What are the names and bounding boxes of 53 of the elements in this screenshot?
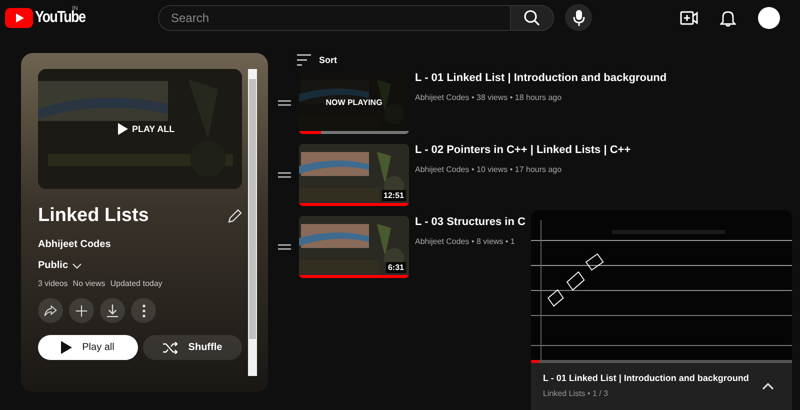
video-meta: Abhijeet Codes • 10 views • 17 hours ago [415,165,563,174]
play-icon [61,341,72,354]
edit-icon[interactable] [228,209,242,223]
expand-icon[interactable] [762,382,774,390]
more-button[interactable] [131,298,156,323]
create-video-icon[interactable] [680,10,698,24]
video-meta: Abhijeet Codes • 8 views • 1 [415,237,516,246]
sort-icon [296,54,312,66]
playlist-title: Linked Lists [38,205,149,227]
share-icon [44,304,57,318]
play-all-overlay[interactable]: PLAY ALL [118,123,175,135]
scrollbar[interactable] [248,69,257,376]
youtube-logo-icon[interactable] [5,8,33,28]
duration-badge: 12:51 [382,190,406,201]
playlist-position: Linked Lists • 1 / 3 [543,389,610,398]
share-button[interactable] [38,298,63,323]
playlist-video-item[interactable]: 6:31 L - 03 Structures in C Abhijeet Codes • 8 views • 1 [278,216,526,288]
playlist-stat: No views [72,279,106,288]
playlist-stat: 3 videos [38,279,68,288]
logo-text[interactable]: YouTube [35,8,86,26]
chevron-down-icon [72,262,82,268]
add-button[interactable] [69,298,94,323]
video-title[interactable]: L - 03 Structures in C [415,216,526,228]
video-title[interactable]: L - 01 Linked List | Introduction and background [415,72,667,84]
search-field[interactable]: Search [158,4,510,30]
playlist-video-item[interactable]: 12:51 L - 02 Pointers in C++ | Linked Lists | C++ Abhijeet Codes • 10 views • 17 hours ago [278,144,631,216]
playlist-stat: Updated today [110,279,162,288]
sort-button[interactable]: Sort [296,53,667,67]
download-icon [106,302,119,318]
now-playing-label: NOW PLAYING [324,98,384,107]
duration-badge: 6:31 [386,262,406,273]
notification-bell-icon[interactable] [720,8,736,26]
search-button[interactable] [510,4,554,30]
channel-name[interactable]: Abhijeet Codes [38,239,242,250]
search-icon [523,8,541,26]
more-icon [142,304,146,318]
drag-handle-icon[interactable] [278,172,291,178]
drag-handle-icon[interactable] [278,100,291,106]
avatar[interactable] [758,6,780,28]
shuffle-button[interactable]: Shuffle [142,335,242,360]
video-meta: Abhijeet Codes • 38 views • 18 hours ago [415,93,563,102]
video-title[interactable]: L - 02 Pointers in C++ | Linked Lists | C++ [415,144,631,156]
microphone-button[interactable] [565,4,592,31]
microphone-icon [572,8,586,26]
play-all-button[interactable]: Play all [38,335,138,360]
visibility-dropdown[interactable]: Public [38,260,242,271]
shuffle-icon [162,342,178,354]
plus-icon [75,302,88,318]
download-button[interactable] [100,298,125,323]
play-icon [118,123,128,135]
miniplayer-title: L - 01 Linked List | Introduction and background [543,373,749,383]
playlist-video-item[interactable]: NOW PLAYING L - 01 Linked List | Introduction and background Abhijeet Codes • 38 views • 18 hours ago [278,72,667,144]
drag-handle-icon[interactable] [278,244,291,250]
